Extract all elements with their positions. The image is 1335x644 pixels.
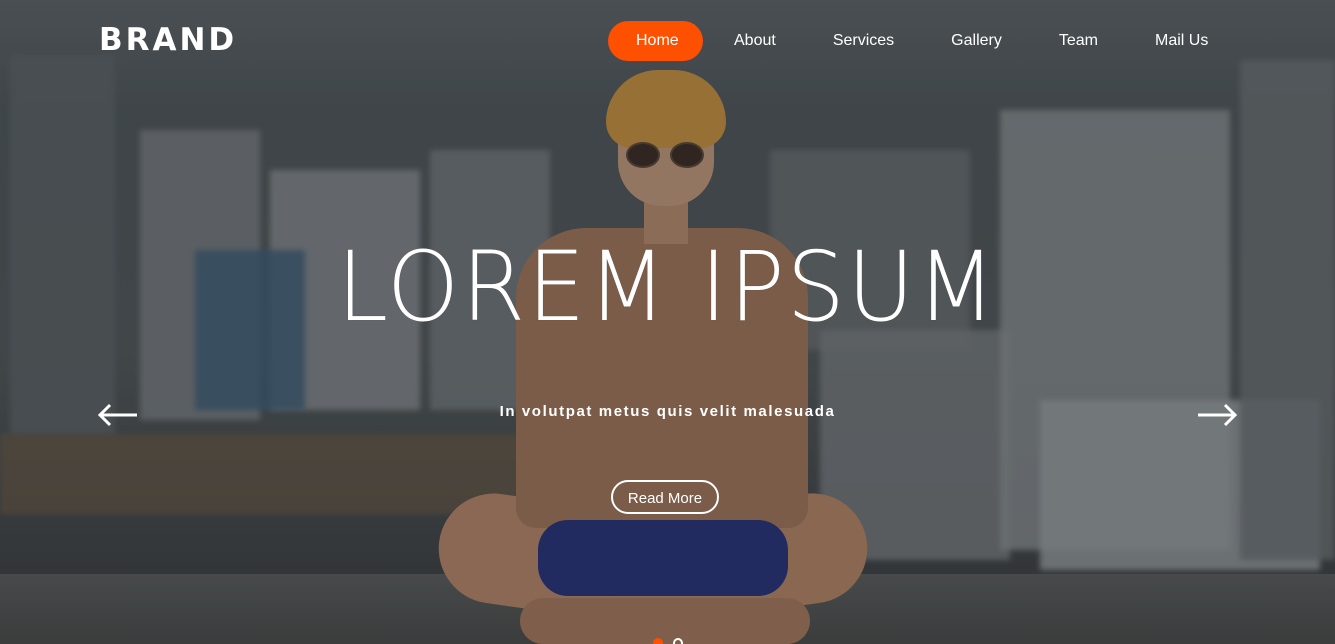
nav-item-team[interactable]: Team (1059, 21, 1098, 61)
hero-title-text: LOREM IPSUM (336, 231, 999, 343)
slide-indicators (653, 638, 683, 644)
next-slide-button[interactable] (1196, 402, 1238, 428)
nav-item-services[interactable]: Services (833, 21, 894, 61)
hero-slider: BRAND Home About Services Gallery Team M… (0, 0, 1335, 644)
prev-slide-button[interactable] (97, 402, 139, 428)
read-more-button[interactable]: Read More (611, 480, 719, 514)
hero-subtitle: In volutpat metus quis velit malesuada (499, 403, 836, 420)
slide-dot-1[interactable] (653, 638, 663, 644)
nav-item-home[interactable]: Home (608, 21, 703, 61)
hero-title: LOREM IPSUM (0, 232, 1335, 342)
slide-dot-2[interactable] (673, 638, 683, 644)
arrow-left-icon (97, 403, 137, 427)
nav-item-mail-us[interactable]: Mail Us (1155, 21, 1208, 61)
brand-logo[interactable]: BRAND (99, 22, 237, 58)
main-nav: Home About Services Gallery Team Mail Us (608, 21, 1208, 61)
nav-item-gallery[interactable]: Gallery (951, 21, 1002, 61)
nav-item-about[interactable]: About (734, 21, 776, 61)
arrow-right-icon (1198, 403, 1238, 427)
